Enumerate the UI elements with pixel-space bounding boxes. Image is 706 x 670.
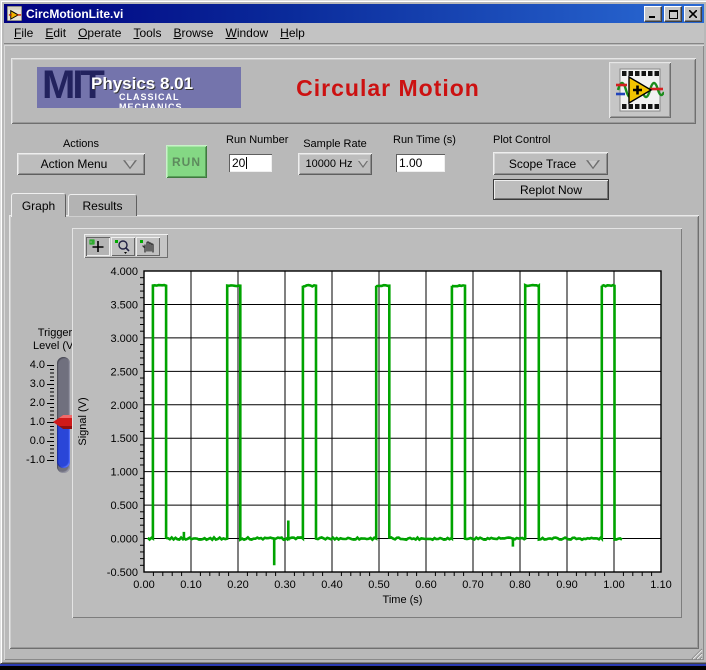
labview-logo [609,62,671,118]
svg-text:0.10: 0.10 [180,579,201,591]
svg-text:3.000: 3.000 [110,333,138,345]
svg-text:Signal (V): Signal (V) [77,397,89,445]
labview-logo-icon [616,68,664,112]
run-number-label: Run Number [226,134,288,146]
svg-text:0.30: 0.30 [274,579,295,591]
mit-logo-line1: Physics 8.01 [91,74,193,94]
slider-scale-label: -1.0 [15,454,45,466]
resize-grip[interactable] [690,647,703,660]
run-number-value: 20 [232,156,245,170]
window-title: CircMotionLite.vi [26,7,123,21]
svg-text:2.000: 2.000 [110,400,138,412]
dropdown-arrow-icon [586,160,600,169]
dropdown-arrow-icon [123,160,137,169]
minimize-button[interactable] [644,6,662,22]
svg-text:Time (s): Time (s) [383,594,423,606]
slider-scale-label: 1.0 [15,416,45,428]
slider-scale-label: 3.0 [15,378,45,390]
menu-bar: FileEditOperateToolsBrowseWindowHelp [4,23,704,44]
actions-label: Actions [17,138,145,150]
slider-scale-label: 0.0 [15,435,45,447]
title-bar[interactable]: CircMotionLite.vi [4,4,704,23]
slider-scale-label: 4.0 [15,359,45,371]
run-time-input[interactable]: 1.00 [396,154,445,172]
svg-text:0.40: 0.40 [321,579,342,591]
svg-text:1.000: 1.000 [110,467,138,479]
svg-text:0.20: 0.20 [227,579,248,591]
text-caret [246,157,247,169]
svg-text:0.000: 0.000 [110,534,138,546]
plot-control-dropdown[interactable]: Scope Trace [493,152,608,175]
menu-item-edit[interactable]: Edit [39,24,72,42]
tab-page-graph: Trigger Level (V) 4.03.02.01.00.0-1.0 0.… [9,215,699,649]
signal-graph: 0.00 0.10 0.20 0.30 0.40 0.50 0.60 0.70 0.80 0.90… [72,228,682,618]
menu-item-operate[interactable]: Operate [72,24,127,42]
run-time-label: Run Time (s) [393,134,456,146]
svg-text:-0.500: -0.500 [107,567,138,579]
sample-rate-dropdown[interactable]: 10000 Hz [298,153,372,175]
front-panel: MIT Physics 8.01 CLASSICAL MECHANICS Cir… [4,45,704,660]
menu-item-help[interactable]: Help [274,24,311,42]
svg-text:0.80: 0.80 [509,579,530,591]
menu-item-window[interactable]: Window [219,24,274,42]
slider-scale-label: 2.0 [15,397,45,409]
labview-app-icon [7,6,22,21]
menu-item-file[interactable]: File [8,24,39,42]
svg-text:1.10: 1.10 [650,579,671,591]
svg-text:1.500: 1.500 [110,433,138,445]
menu-item-tools[interactable]: Tools [127,24,167,42]
application-window: CircMotionLite.vi FileEditOperateToolsBr… [0,0,706,664]
tab-results[interactable]: Results [68,194,137,216]
plot-control-value: Scope Trace [509,157,576,171]
svg-text:0.90: 0.90 [556,579,577,591]
svg-text:2.500: 2.500 [110,366,138,378]
tab-graph[interactable]: Graph [11,193,66,217]
close-button[interactable] [684,6,702,22]
zoom-tool-button[interactable] [111,237,135,256]
signal-chart: 0.00 0.10 0.20 0.30 0.40 0.50 0.60 0.70 0.80 0.90… [72,228,682,618]
svg-text:0.50: 0.50 [368,579,389,591]
desktop-edge [0,664,706,666]
dropdown-arrow-icon [358,161,368,168]
page-title: Circular Motion [258,75,518,102]
sample-rate-label: Sample Rate [298,138,372,150]
plot-control-label: Plot Control [493,134,550,146]
graph-palette [84,234,168,258]
svg-text:1.00: 1.00 [603,579,624,591]
run-time-value: 1.00 [399,156,422,170]
mit-logo-line2: CLASSICAL MECHANICS [119,92,241,108]
run-number-input[interactable]: 20 [229,154,272,172]
svg-text:0.00: 0.00 [133,579,154,591]
run-button-label: RUN [172,155,201,169]
run-button[interactable]: RUN [166,145,207,178]
svg-text:4.000: 4.000 [110,266,138,278]
replot-now-label: Replot Now [520,183,582,197]
mit-logo: MIT Physics 8.01 CLASSICAL MECHANICS [37,67,241,108]
svg-text:3.500: 3.500 [110,299,138,311]
menu-item-browse[interactable]: Browse [167,24,219,42]
svg-text:0.60: 0.60 [415,579,436,591]
pan-tool-button[interactable] [136,237,160,256]
svg-text:0.500: 0.500 [110,500,138,512]
replot-now-button[interactable]: Replot Now [493,179,609,200]
maximize-button[interactable] [664,6,682,22]
crosshair-tool-button[interactable] [86,237,110,256]
action-menu-value: Action Menu [41,157,108,171]
action-menu-dropdown[interactable]: Action Menu [17,153,145,175]
svg-text:0.70: 0.70 [462,579,483,591]
sample-rate-value: 10000 Hz [305,158,352,170]
